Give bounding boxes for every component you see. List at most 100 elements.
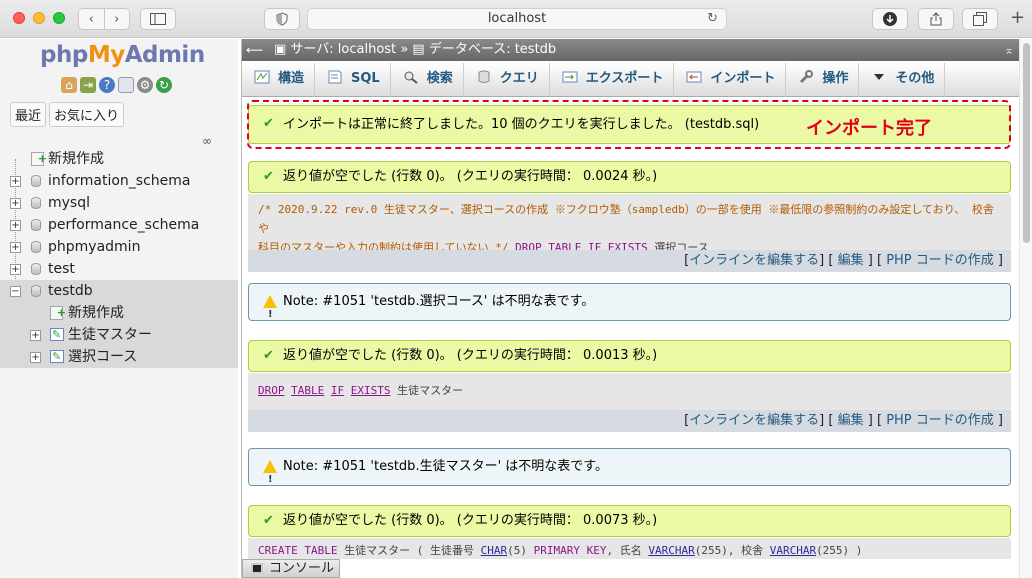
tab-export[interactable]: エクスポート [550,63,675,97]
tree-item-testdb[interactable]: − testdb [0,280,238,302]
expand-icon[interactable]: + [10,198,21,209]
browser-toolbar: ‹ › localhost ↻ + [0,0,1032,38]
warning-icon [263,460,277,498]
docs-icon[interactable] [118,77,134,93]
tabs-icon [973,12,987,26]
minimize-window-button[interactable] [33,12,45,24]
gear-icon[interactable]: ⚙ [137,77,153,93]
database-icon [31,219,41,231]
sql-query-text: DROP TABLE IF EXISTS 生徒マスター [248,373,1011,410]
tree-item-table-courses[interactable]: + 選択コース [0,346,238,368]
help-icon[interactable]: ? [99,77,115,93]
success-check-icon: ✔ [263,348,274,363]
new-table-icon [50,302,66,324]
sidebar-toggle-button[interactable] [140,8,176,30]
tree-item-test[interactable]: + test [0,258,238,280]
success-check-icon: ✔ [263,513,274,528]
download-icon [883,12,897,26]
database-icon [31,175,41,187]
tree-item-mysql[interactable]: + mysql [0,192,238,214]
breadcrumb: ⟵ ▣ サーバ: localhost » ▤ データベース: testdb ⌅ [242,39,1020,61]
logout-icon[interactable]: ⇥ [80,77,96,93]
success-check-icon: ✔ [263,169,274,184]
tree-item-phpmyadmin[interactable]: + phpmyadmin [0,236,238,258]
edit-inline-link[interactable]: インラインを編集する [689,413,819,428]
tree-item-information-schema[interactable]: + information_schema [0,170,238,192]
tree-item-performance-schema[interactable]: + performance_schema [0,214,238,236]
expand-icon[interactable]: + [10,176,21,187]
php-code-link[interactable]: PHP コードの作成 [886,413,994,428]
annotation-label: インポート完了 [806,118,932,139]
scrollbar[interactable] [1019,39,1032,578]
results-area: ✔ インポートは正常に終了しました。10 個のクエリを実行しました。 (test… [242,97,1020,559]
import-icon [686,71,702,83]
new-item-icon [31,148,47,170]
tree-item-table-students[interactable]: + 生徒マスター [0,324,238,346]
phpmyadmin-logo[interactable]: phpMyAdmin [40,42,205,68]
scroll-top-icon[interactable]: ⌅ [1004,39,1014,61]
expand-icon[interactable]: + [10,242,21,253]
share-icon [930,12,942,26]
shield-icon [276,12,288,26]
home-icon[interactable]: ⌂ [61,77,77,93]
query-result-message: ✔ 返り値が空でした (行数 0)。 (クエリの実行時間： 0.0073 秒。) [248,505,1011,537]
new-tab-icon[interactable]: + [1010,8,1025,28]
navigation-panel: phpMyAdmin ⌂ ⇥ ? ⚙ ↻ 最近 お気に入り ∞ 新規作成 + i… [0,39,238,578]
address-bar[interactable]: localhost ↻ [307,8,727,30]
chevron-down-icon [874,74,885,80]
structure-icon [254,70,270,84]
tree-item-new[interactable]: 新規作成 [0,148,238,170]
collapse-nav-icon[interactable]: ⟵ [246,39,263,61]
back-icon[interactable]: ‹ [79,12,104,27]
search-icon [404,71,418,84]
console-toggle[interactable]: コンソール [242,559,340,578]
php-code-link[interactable]: PHP コードの作成 [886,253,994,268]
expand-icon[interactable]: + [30,352,41,363]
sql-query-text: /* 2020.9.22 rev.0 生徒マスター、選択コースの作成 ※フクロウ… [248,194,1011,254]
sql-icon [328,70,342,84]
scrollbar-thumb[interactable] [1023,43,1030,243]
sidebar-icon [150,13,166,25]
database-crumb-icon: ▤ [412,42,429,57]
history-nav: ‹ › [78,8,130,30]
nav-icon-row: ⌂ ⇥ ? ⚙ ↻ [61,77,172,93]
expand-icon[interactable]: + [10,220,21,231]
database-tree: 新規作成 + information_schema + mysql + perf… [0,148,238,368]
share-button[interactable] [918,8,954,30]
query-result-message: ✔ 返り値が空でした (行数 0)。 (クエリの実行時間： 0.0024 秒。) [248,161,1011,193]
console-icon [251,563,263,574]
refresh-icon[interactable]: ↻ [156,77,172,93]
expand-icon[interactable]: + [30,330,41,341]
database-icon [31,241,41,253]
query-result-message: ✔ 返り値が空でした (行数 0)。 (クエリの実行時間： 0.0013 秒。) [248,340,1011,372]
warning-icon [263,295,277,333]
nav-tabs: 最近 お気に入り [10,102,125,127]
favorites-button[interactable]: お気に入り [49,102,125,127]
recent-button[interactable]: 最近 [10,102,47,127]
tab-structure[interactable]: 構造 [242,63,316,97]
breadcrumb-database[interactable]: データベース: testdb [429,42,556,57]
downloads-button[interactable] [872,8,908,30]
breadcrumb-server[interactable]: サーバ: localhost [290,42,396,57]
tab-operations[interactable]: 操作 [786,63,860,97]
tab-query[interactable]: クエリ [464,63,550,97]
edit-link[interactable]: 編集 [838,253,864,268]
privacy-report-button[interactable] [264,8,300,30]
tab-more[interactable]: その他 [859,63,946,97]
link-with-main-icon[interactable]: ∞ [202,134,212,148]
tab-import[interactable]: インポート [674,63,787,97]
query-links: [インラインを編集する] [ 編集 ] [ PHP コードの作成 ] [248,250,1011,272]
collapse-icon[interactable]: − [10,286,21,297]
tab-sql[interactable]: SQL [315,63,391,97]
reload-icon[interactable]: ↻ [707,9,718,29]
main-panel: ⟵ ▣ サーバ: localhost » ▤ データベース: testdb ⌅ … [241,39,1020,578]
expand-icon[interactable]: + [10,264,21,275]
edit-link[interactable]: 編集 [838,413,864,428]
edit-inline-link[interactable]: インラインを編集する [689,253,819,268]
tabs-overview-button[interactable] [962,8,998,30]
forward-icon[interactable]: › [104,12,129,27]
close-window-button[interactable] [13,12,25,24]
tab-search[interactable]: 検索 [391,63,464,97]
zoom-window-button[interactable] [53,12,65,24]
tree-item-new-table[interactable]: 新規作成 [0,302,238,324]
